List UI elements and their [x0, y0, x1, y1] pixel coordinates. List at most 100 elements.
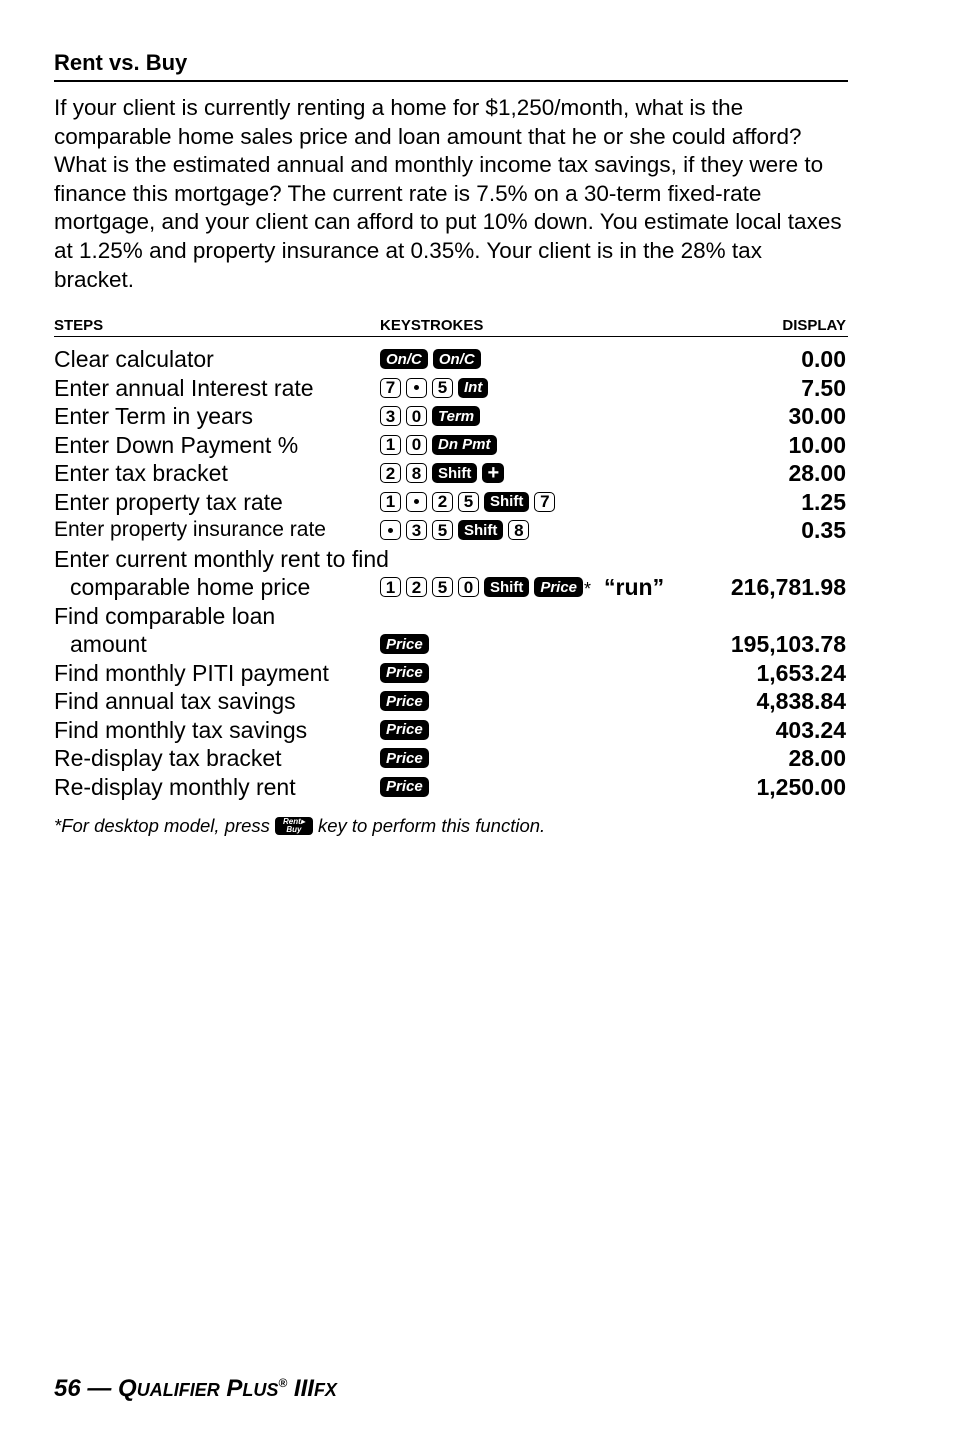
dn-pmt-key-icon: Dn Pmt	[432, 434, 497, 455]
digit-key-icon: 1	[380, 491, 401, 512]
digit-key-icon: 8	[406, 463, 427, 484]
header-keystrokes: KEYSTROKES	[380, 317, 484, 335]
product-name-part: P	[226, 1375, 243, 1402]
step-label: Enter property tax rate	[54, 488, 283, 515]
shift-key-icon: Shift	[432, 463, 478, 484]
table-row: Enter Term in years 3 0 Term 30.00	[54, 402, 848, 431]
digit-key-icon: 7	[380, 377, 401, 398]
table-row: Find monthly PITI payment Price 1,653.24	[54, 659, 848, 688]
table-row: Clear calculator On/C On/C 0.00	[54, 345, 848, 374]
step-label: Find monthly tax savings	[54, 716, 308, 743]
table-row: Enter property insurance rate 3 5 Shift 8 0.3…	[54, 516, 848, 545]
display-value: 28.00	[788, 745, 846, 772]
display-value: 1,653.24	[756, 659, 846, 686]
manual-page: Rent vs. Buy If your client is currently…	[54, 48, 848, 837]
step-label: Find monthly PITI payment	[54, 659, 329, 686]
price-key-icon: Price	[380, 719, 429, 740]
display-value: 195,103.78	[730, 631, 846, 658]
int-key-icon: Int	[458, 377, 489, 398]
digit-key-icon: 3	[406, 520, 427, 541]
table-row: Enter annual Interest rate 7 5 Int 7.50	[54, 374, 848, 403]
plus-key-icon: +	[482, 463, 505, 484]
digit-key-icon: 5	[432, 577, 453, 598]
keystrokes: 3 0 Term	[380, 402, 481, 431]
digit-key-icon: 2	[380, 463, 401, 484]
on-c-key-icon: On/C	[380, 349, 428, 370]
keystrokes: Price	[380, 630, 429, 659]
keystrokes: 1 2 5 Shift 7	[380, 488, 556, 517]
digit-key-icon: 5	[458, 491, 479, 512]
keystrokes: 1 2 5 0 Shift Price * “run”	[380, 573, 664, 602]
page-number: 56 —	[54, 1375, 112, 1402]
decimal-key-icon	[406, 491, 427, 512]
digit-key-icon: 2	[406, 577, 427, 598]
price-key-icon: Price	[380, 691, 429, 712]
table-row: amount Price 195,103.78	[54, 630, 848, 659]
product-name-part: III	[293, 1375, 314, 1402]
step-label: Re-display tax bracket	[54, 745, 282, 772]
table-row: Enter current monthly rent to find	[54, 545, 848, 574]
decimal-key-icon	[406, 377, 427, 398]
step-label: Find comparable loan	[54, 602, 276, 629]
step-label: Enter annual Interest rate	[54, 374, 314, 401]
footnote-text-before: *For desktop model, press	[54, 815, 270, 837]
keystrokes: Price	[380, 773, 429, 802]
display-value: 1.25	[801, 488, 846, 515]
display-value: 7.50	[801, 374, 846, 401]
display-value: 216,781.98	[730, 574, 846, 601]
table-row: Enter Down Payment % 1 0 Dn Pmt 10.00	[54, 431, 848, 460]
table-row: Find comparable loan	[54, 602, 848, 631]
digit-key-icon: 5	[432, 520, 453, 541]
footnote-marker: *	[584, 579, 592, 600]
display-value: 10.00	[788, 431, 846, 458]
table-row: Find annual tax savings Price 4,838.84	[54, 687, 848, 716]
display-value: 4,838.84	[756, 688, 846, 715]
display-value: 28.00	[788, 460, 846, 487]
registered-mark: ®	[278, 1376, 288, 1390]
step-label: Find annual tax savings	[54, 688, 296, 715]
term-key-icon: Term	[432, 406, 481, 427]
price-key-icon: Price	[380, 634, 429, 655]
shift-key-icon: Shift	[484, 577, 530, 598]
price-key-icon: Price	[380, 776, 429, 797]
price-key-icon: Price	[380, 662, 429, 683]
price-key-icon: Price	[380, 748, 429, 769]
step-label: Enter property insurance rate	[54, 518, 326, 542]
table-row: comparable home price 1 2 5 0 Shift Price * “run…	[54, 573, 848, 602]
step-label: Re-display monthly rent	[54, 773, 296, 800]
digit-key-icon: 5	[432, 377, 453, 398]
section-title: Rent vs. Buy	[54, 48, 848, 82]
header-display: DISPLAY	[782, 317, 846, 335]
run-note: “run”	[604, 574, 665, 601]
step-label: amount	[70, 631, 147, 658]
keystrokes: Price	[380, 659, 429, 688]
table-row: Find monthly tax savings Price 403.24	[54, 716, 848, 745]
table-row: Enter tax bracket 2 8 Shift +28.00	[54, 459, 848, 488]
step-label: Enter tax bracket	[54, 460, 228, 487]
step-label: Clear calculator	[54, 346, 214, 373]
rent-buy-key-bottom: Buy	[286, 825, 302, 835]
footnote: *For desktop model, press Rent▸ Buy key t…	[54, 815, 848, 837]
shift-key-icon: Shift	[484, 491, 530, 512]
digit-key-icon: 0	[406, 406, 427, 427]
keystrokes: Price	[380, 716, 429, 745]
digit-key-icon: 8	[508, 520, 530, 541]
display-value: 0.00	[801, 346, 846, 373]
shift-key-icon: Shift	[458, 520, 504, 541]
step-label: Enter Term in years	[54, 403, 253, 430]
steps-table: Clear calculator On/C On/C 0.00 Enter annual…	[54, 345, 848, 801]
display-value: 1,250.00	[756, 773, 846, 800]
keystrokes: 7 5 Int	[380, 374, 489, 403]
step-label: Enter current monthly rent to find	[54, 545, 389, 572]
keystrokes: On/C On/C	[380, 345, 481, 374]
table-row: Re-display tax bracket Price 28.00	[54, 744, 848, 773]
price-key-icon: Price	[534, 577, 584, 598]
table-row: Enter property tax rate 1 2 5 Shift 7 1.25	[54, 488, 848, 517]
keystrokes: 2 8 Shift +	[380, 459, 505, 488]
keystrokes: 3 5 Shift 8	[380, 516, 530, 545]
digit-key-icon: 1	[380, 434, 401, 455]
intro-paragraph: If your client is currently renting a ho…	[54, 95, 842, 292]
digit-key-icon: 2	[432, 491, 453, 512]
digit-key-icon: 1	[380, 577, 401, 598]
footnote-text-after: key to perform this function.	[317, 815, 546, 837]
